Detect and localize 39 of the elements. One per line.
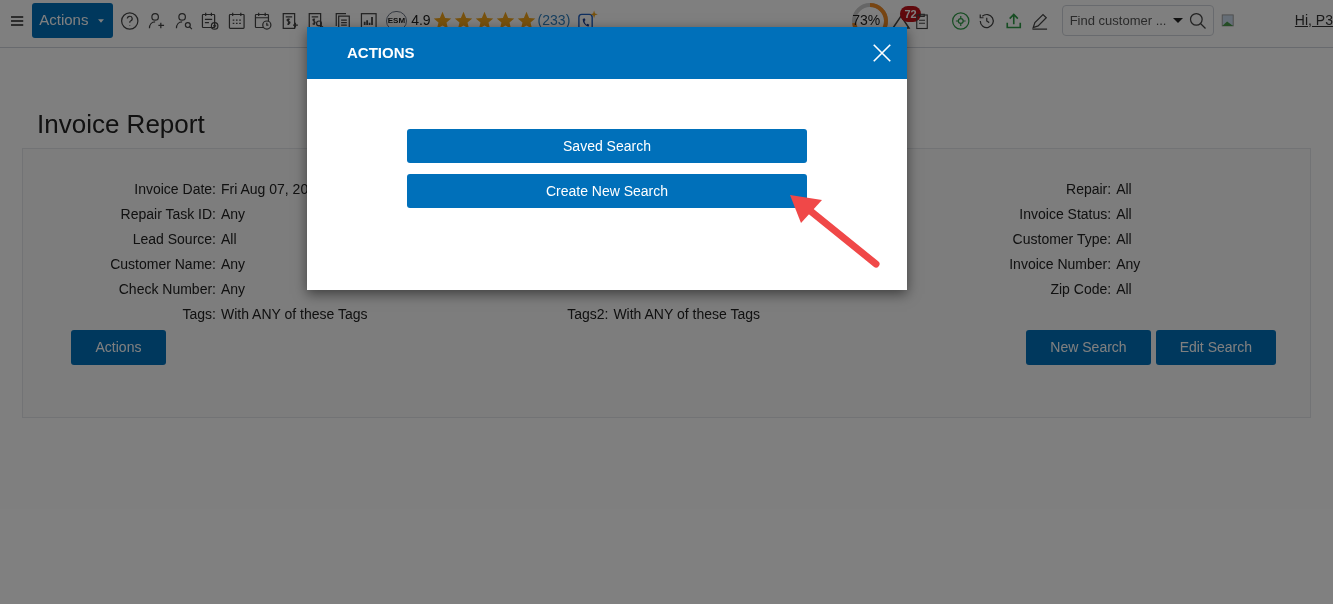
filter-value: All bbox=[221, 230, 237, 249]
filter-label: Repair: bbox=[1065, 180, 1112, 199]
filter-label: Invoice Number: bbox=[1008, 255, 1112, 274]
filter-label: Invoice Date: bbox=[133, 180, 216, 199]
broken-image-icon bbox=[1220, 11, 1236, 30]
filter-label: Zip Code: bbox=[1049, 280, 1112, 299]
filter-value: Any bbox=[221, 205, 246, 224]
filter-label: Customer Type: bbox=[1011, 230, 1112, 249]
page-title: Invoice Report bbox=[37, 108, 205, 140]
review-count-link[interactable]: (233) bbox=[537, 10, 571, 31]
filter-value: All bbox=[1116, 230, 1132, 249]
actions-dropdown-button[interactable]: Actions bbox=[32, 3, 114, 38]
filter-label: Customer Name: bbox=[109, 255, 216, 274]
search-button[interactable]: New Search bbox=[1026, 330, 1151, 365]
notification-count-badge: 72 bbox=[900, 5, 921, 22]
dialog-option-button[interactable]: Saved Search bbox=[407, 129, 807, 163]
filter-value: Any bbox=[1116, 255, 1141, 274]
filter-value: With ANY of these Tags bbox=[221, 305, 368, 324]
dialog-title: ACTIONS bbox=[347, 42, 415, 63]
filter-label: Check Number: bbox=[117, 280, 216, 299]
filter-label: Tags: bbox=[181, 305, 216, 324]
search-button[interactable]: Edit Search bbox=[1155, 330, 1276, 365]
filter-value: All bbox=[1116, 280, 1132, 299]
greeting-link[interactable]: Hi, P3 bbox=[1294, 10, 1333, 31]
filter-label: Repair Task ID: bbox=[119, 205, 216, 224]
close-icon[interactable] bbox=[871, 42, 893, 64]
dialog-option-button[interactable]: Create New Search bbox=[407, 174, 807, 208]
customer-search-field[interactable]: Find customer ... bbox=[1061, 5, 1214, 36]
filter-label: Lead Source: bbox=[131, 230, 216, 249]
filter-value: With ANY of these Tags bbox=[613, 305, 760, 324]
filter-label: Invoice Status: bbox=[1018, 205, 1112, 224]
filter-value: Any bbox=[221, 280, 246, 299]
rating-value: 4.9 bbox=[411, 11, 431, 30]
filter-value: All bbox=[1116, 180, 1132, 199]
search-icon[interactable] bbox=[1187, 11, 1208, 31]
filter-value: Any bbox=[221, 255, 246, 274]
filter-label: Tags2: bbox=[566, 305, 609, 324]
actions-button[interactable]: Actions bbox=[71, 330, 166, 365]
filter-value: All bbox=[1116, 205, 1132, 224]
